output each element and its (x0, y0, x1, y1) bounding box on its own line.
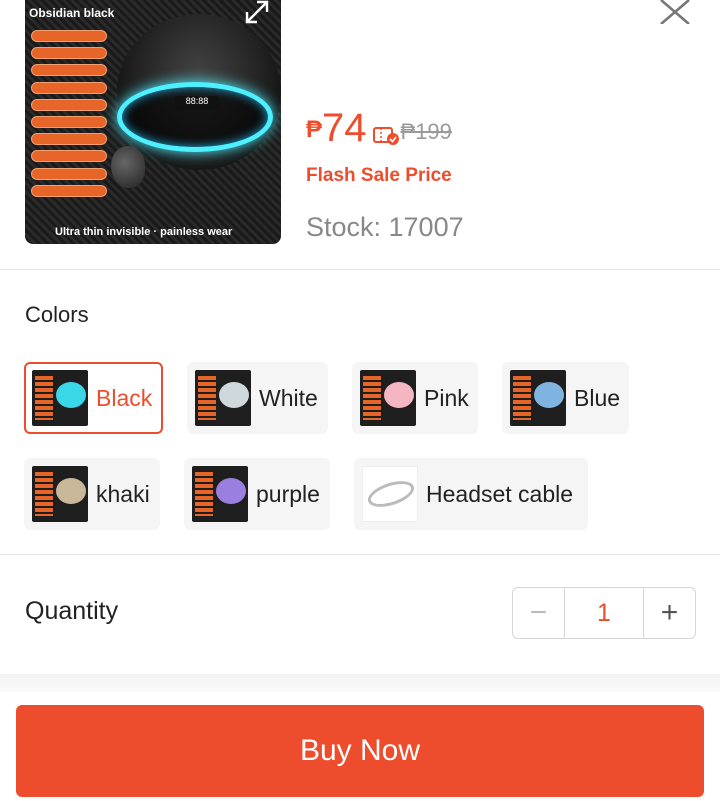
color-option-label: Pink (424, 384, 469, 411)
variant-thumbnail (510, 370, 566, 426)
product-image[interactable]: Obsidian black 88:88 Ultra thin invisibl… (25, 0, 281, 244)
color-option-label: Blue (574, 384, 621, 411)
product-image-features (31, 30, 107, 202)
price-row: ₱74 ₱199 (306, 106, 452, 150)
color-option-label: Black (96, 384, 153, 411)
earbud (111, 146, 145, 188)
product-image-caption: Ultra thin invisible · painless wear (55, 226, 233, 238)
feature-pill (31, 47, 107, 60)
colors-title: Colors (25, 302, 89, 327)
quantity-label: Quantity (25, 597, 119, 625)
case-display: 88:88 (175, 96, 219, 110)
quantity-stepper: − 1 + (512, 587, 696, 639)
current-price: ₱74 (306, 106, 367, 150)
color-option-white[interactable]: White (187, 362, 328, 434)
color-option-blue[interactable]: Blue (502, 362, 629, 434)
color-option-pink[interactable]: Pink (352, 362, 478, 434)
stock-count: Stock: 17007 (306, 212, 464, 242)
color-option-khaki[interactable]: khaki (24, 458, 160, 530)
feature-pill (31, 150, 107, 163)
color-option-label: purple (256, 480, 320, 507)
feature-pill (31, 30, 107, 42)
feature-pill (31, 167, 107, 180)
variant-thumbnail (195, 370, 251, 426)
earbud-case-glow (117, 82, 273, 152)
flash-sale-label: Flash Sale Price (306, 165, 452, 186)
close-icon[interactable] (656, 0, 694, 24)
quantity-increase-button[interactable]: + (644, 588, 695, 638)
color-option-black[interactable]: Black (24, 362, 163, 434)
section-separator (0, 674, 720, 692)
feature-pill (31, 64, 107, 77)
product-summary: Obsidian black 88:88 Ultra thin invisibl… (0, 0, 720, 270)
expand-icon[interactable] (243, 0, 271, 24)
original-price: ₱199 (400, 119, 452, 144)
color-option-headset-cable[interactable]: Headset cable (354, 458, 588, 530)
variant-thumbnail (32, 370, 88, 426)
color-option-label: White (259, 384, 318, 411)
feature-pill (31, 81, 107, 94)
feature-pill (31, 98, 107, 111)
variant-thumbnail (192, 466, 248, 522)
color-option-label: Headset cable (426, 480, 574, 507)
divider (0, 554, 720, 555)
variant-thumbnail (362, 466, 418, 522)
color-option-purple[interactable]: purple (184, 458, 330, 530)
product-image-title: Obsidian black (29, 6, 115, 20)
buy-now-button[interactable]: Buy Now (16, 705, 704, 797)
variant-thumbnail (32, 466, 88, 522)
feature-pill (31, 184, 107, 197)
voucher-icon (372, 127, 399, 145)
quantity-decrease-button[interactable]: − (513, 588, 564, 638)
feature-pill (31, 115, 107, 128)
variant-thumbnail (360, 370, 416, 426)
quantity-input[interactable]: 1 (564, 588, 644, 638)
color-option-label: khaki (96, 480, 150, 507)
feature-pill (31, 133, 107, 146)
